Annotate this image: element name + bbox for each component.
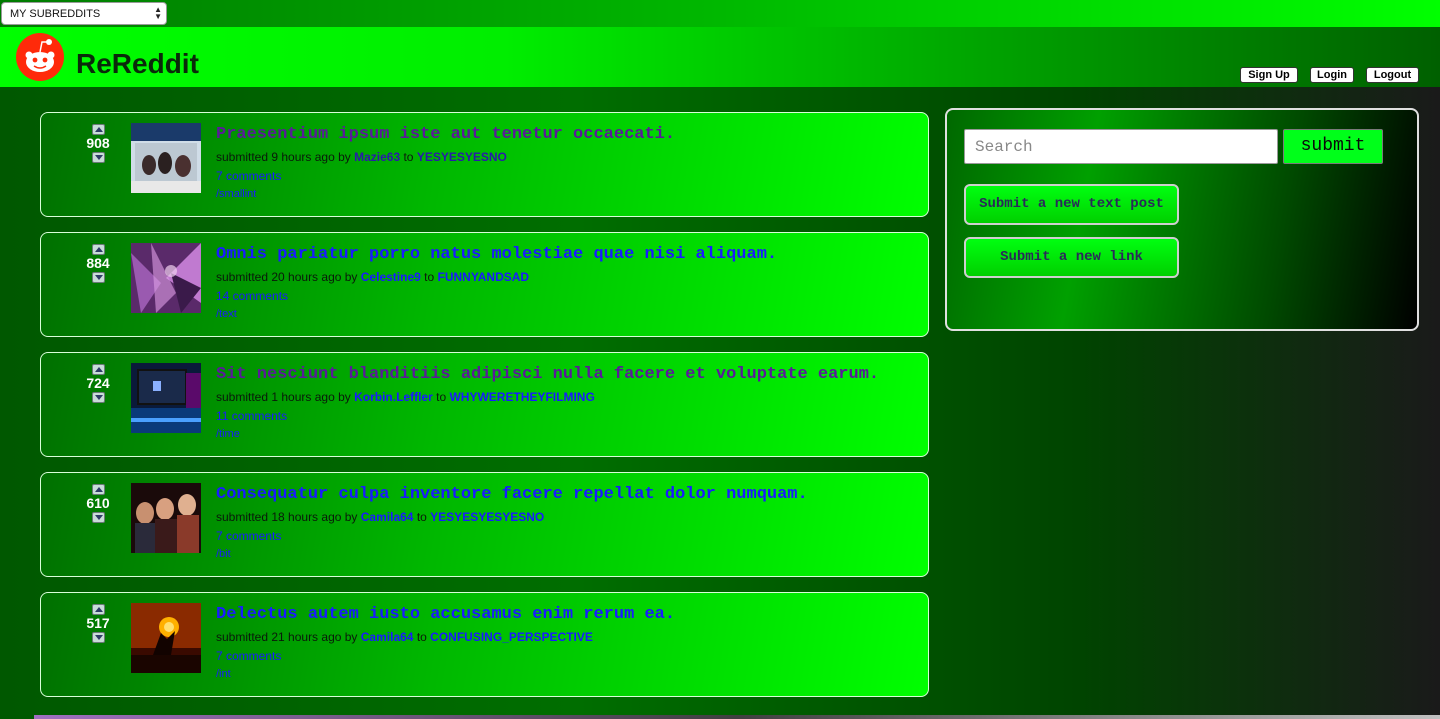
post-item: 884 Omnis pariatur porro natus molestiae… <box>40 232 929 337</box>
upvote-icon[interactable] <box>91 244 105 255</box>
submitted-text: submitted 20 hours ago by <box>216 270 358 284</box>
post-score: 908 <box>86 135 110 151</box>
to-text: to <box>416 510 427 524</box>
comments-link[interactable]: 14 comments <box>216 289 288 303</box>
upvote-icon[interactable] <box>91 484 105 495</box>
downvote-icon[interactable] <box>91 152 105 163</box>
submitted-text: submitted 21 hours ago by <box>216 630 358 644</box>
post-item: 908 Praesentium ipsum iste aut tenetur o… <box>40 112 929 217</box>
comments-link[interactable]: 7 comments <box>216 169 281 183</box>
subreddit-link[interactable]: YESYESYESNO <box>417 150 507 164</box>
search-input[interactable]: Search <box>964 129 1278 164</box>
post-meta: submitted 21 hours ago by Camila64 to CO… <box>216 630 593 644</box>
main-content: 908 Praesentium ipsum iste aut tenetur o… <box>0 87 1440 719</box>
post-title[interactable]: Praesentium ipsum iste aut tenetur occae… <box>216 125 675 144</box>
post-thumbnail[interactable] <box>131 243 201 313</box>
post-path-link[interactable]: /bit <box>216 548 231 560</box>
my-subreddits-label: MY SUBREDDITS <box>10 8 101 20</box>
comments-link[interactable]: 11 comments <box>216 409 287 423</box>
post-thumbnail[interactable] <box>131 363 201 433</box>
sidebar-panel: Search submit Submit a new text post Sub… <box>945 108 1419 331</box>
my-subreddits-select[interactable]: MY SUBREDDITS ▲ ▼ <box>1 2 167 25</box>
site-brand[interactable]: ReReddit <box>76 48 199 80</box>
subreddit-link[interactable]: FUNNYANDSAD <box>438 270 530 284</box>
post-path-link[interactable]: /smallint <box>216 188 256 200</box>
sign-up-button[interactable]: Sign Up <box>1240 67 1298 83</box>
comments-link[interactable]: 7 comments <box>216 529 281 543</box>
upvote-icon[interactable] <box>91 604 105 615</box>
post-thumbnail[interactable] <box>131 603 201 673</box>
to-text: to <box>436 390 447 404</box>
logout-button[interactable]: Logout <box>1366 67 1419 83</box>
post-meta: submitted 18 hours ago by Camila64 to YE… <box>216 510 544 524</box>
post-thumbnail[interactable] <box>131 123 201 193</box>
downvote-icon[interactable] <box>91 392 105 403</box>
post-path-link[interactable]: /time <box>216 428 240 440</box>
reddit-logo-icon[interactable] <box>16 33 64 81</box>
vote-widget: 908 <box>75 124 121 163</box>
vote-widget: 884 <box>75 244 121 283</box>
vote-widget: 517 <box>75 604 121 643</box>
post-author-link[interactable]: Camila64 <box>361 630 414 644</box>
subreddit-link[interactable]: YESYESYESYESNO <box>430 510 544 524</box>
post-thumbnail[interactable] <box>131 483 201 553</box>
post-title[interactable]: Consequatur culpa inventore facere repel… <box>216 485 808 504</box>
top-strip: MY SUBREDDITS ▲ ▼ <box>0 0 1440 27</box>
next-post-edge <box>34 715 1440 719</box>
to-text: to <box>416 630 427 644</box>
site-header: ReReddit Sign Up Login Logout <box>0 27 1440 87</box>
vote-widget: 724 <box>75 364 121 403</box>
downvote-icon[interactable] <box>91 632 105 643</box>
to-text: to <box>424 270 435 284</box>
post-path-link[interactable]: /text <box>216 308 237 320</box>
post-score: 610 <box>86 495 110 511</box>
to-text: to <box>403 150 414 164</box>
search-submit-button[interactable]: submit <box>1283 129 1383 164</box>
post-title[interactable]: Sit nesciunt blanditiis adipisci nulla f… <box>216 365 879 384</box>
select-arrows-icon: ▲ ▼ <box>154 5 162 21</box>
upvote-icon[interactable] <box>91 124 105 135</box>
login-button[interactable]: Login <box>1310 67 1354 83</box>
post-item: 610 Consequatur culpa inventore facere r… <box>40 472 929 577</box>
subreddit-link[interactable]: WHYWERETHEYFILMING <box>449 390 594 404</box>
vote-widget: 610 <box>75 484 121 523</box>
post-score: 517 <box>86 615 110 631</box>
post-meta: submitted 1 hours ago by Korbin.Leffler … <box>216 390 595 404</box>
comments-link[interactable]: 7 comments <box>216 649 281 663</box>
post-author-link[interactable]: Celestine9 <box>361 270 421 284</box>
post-title[interactable]: Delectus autem iusto accusamus enim reru… <box>216 605 675 624</box>
post-path-link[interactable]: /int <box>216 668 231 680</box>
submit-link-button[interactable]: Submit a new link <box>964 237 1179 278</box>
post-item: 517 Delectus autem iusto accusamus enim … <box>40 592 929 697</box>
post-author-link[interactable]: Mazie63 <box>354 150 400 164</box>
post-author-link[interactable]: Camila64 <box>361 510 414 524</box>
submitted-text: submitted 9 hours ago by <box>216 150 351 164</box>
submit-text-post-button[interactable]: Submit a new text post <box>964 184 1179 225</box>
upvote-icon[interactable] <box>91 364 105 375</box>
subreddit-link[interactable]: CONFUSING_PERSPECTIVE <box>430 630 593 644</box>
post-author-link[interactable]: Korbin.Leffler <box>354 390 433 404</box>
downvote-icon[interactable] <box>91 512 105 523</box>
downvote-icon[interactable] <box>91 272 105 283</box>
post-item: 724 Sit nesciunt blanditiis adipisci nul… <box>40 352 929 457</box>
post-score: 884 <box>86 255 110 271</box>
submitted-text: submitted 1 hours ago by <box>216 390 351 404</box>
post-score: 724 <box>86 375 110 391</box>
submitted-text: submitted 18 hours ago by <box>216 510 358 524</box>
post-meta: submitted 9 hours ago by Mazie63 to YESY… <box>216 150 507 164</box>
post-meta: submitted 20 hours ago by Celestine9 to … <box>216 270 529 284</box>
post-title[interactable]: Omnis pariatur porro natus molestiae qua… <box>216 245 777 264</box>
